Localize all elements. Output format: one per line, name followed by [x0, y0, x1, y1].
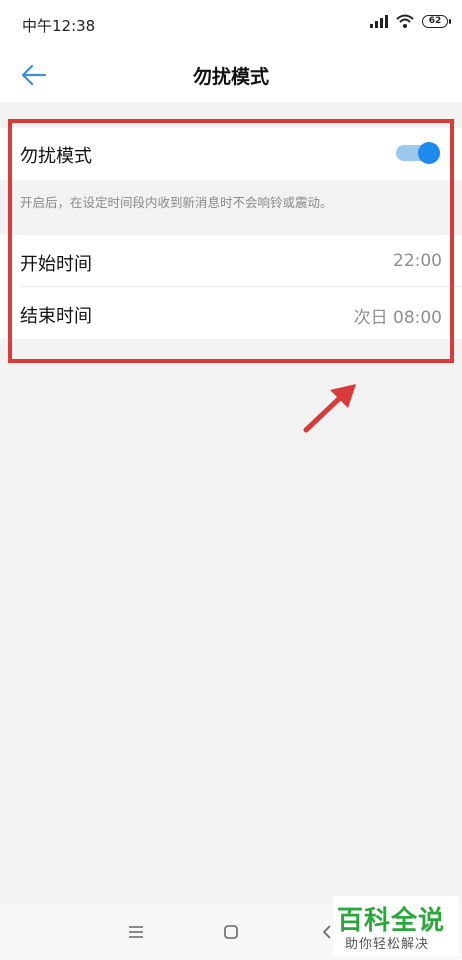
- menu-button[interactable]: [121, 918, 151, 946]
- home-button[interactable]: [216, 918, 246, 946]
- battery-icon: 62: [422, 14, 451, 28]
- home-icon: [224, 925, 238, 939]
- watermark: 百科全说 助你轻松解决: [333, 896, 459, 956]
- menu-icon: [129, 926, 143, 938]
- status-time: 中午12:38: [22, 17, 96, 35]
- watermark-title: 百科全说: [337, 906, 446, 936]
- status-bar: 中午12:38 62: [0, 0, 462, 48]
- header: 勿扰模式: [0, 48, 462, 102]
- wifi-icon: [396, 14, 414, 28]
- signal-icon: [370, 14, 388, 28]
- page-title: 勿扰模式: [192, 66, 269, 88]
- battery-level: 62: [428, 15, 442, 26]
- back-icon: [322, 925, 331, 939]
- red-arrow-icon: [303, 384, 356, 433]
- highlight-box: [8, 119, 454, 363]
- status-icons: 62: [370, 14, 451, 28]
- watermark-subtitle: 助你轻松解决: [345, 937, 430, 952]
